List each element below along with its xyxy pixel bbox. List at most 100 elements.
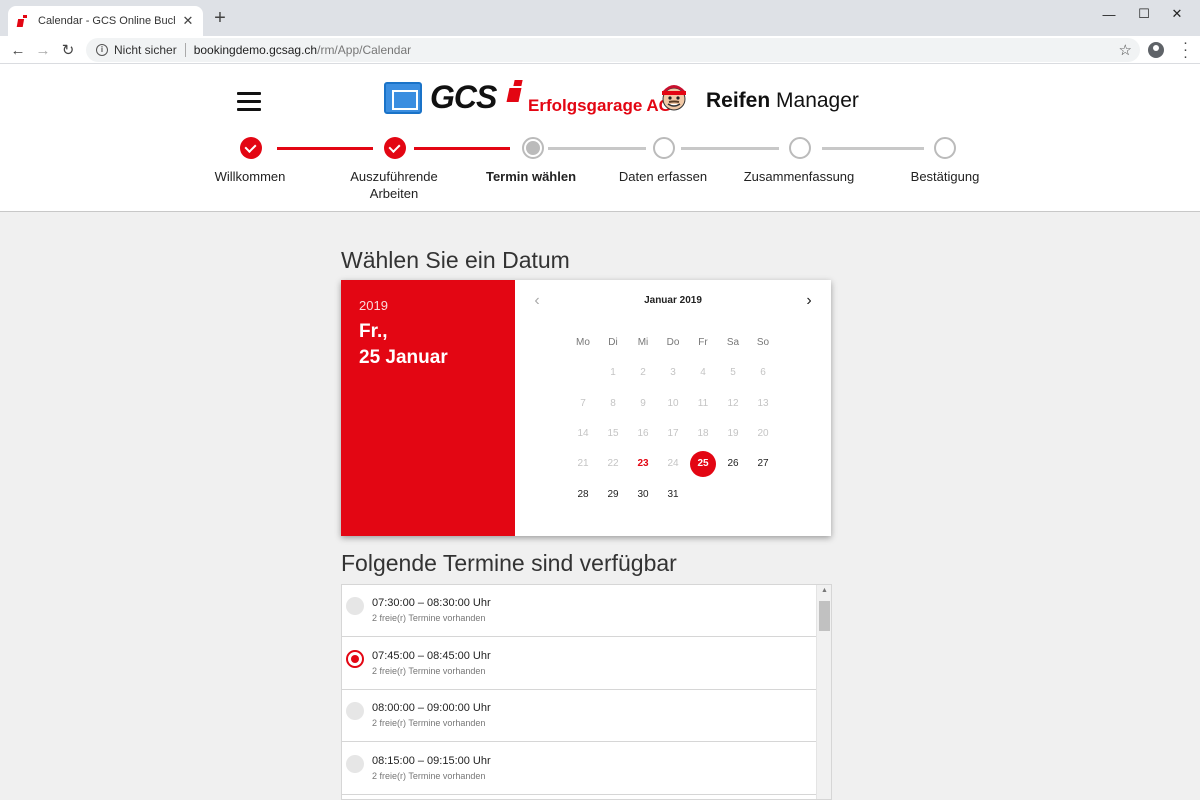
day-cell[interactable]: 31 [658, 482, 688, 508]
day-number: 30 [637, 488, 649, 500]
step-label-arbeiten: Auszuführende Arbeiten [329, 168, 459, 202]
weekday-header-row: Mo Di Mi Do Fr Sa So [568, 328, 778, 358]
new-tab-button[interactable]: + [210, 8, 230, 28]
day-cell-disabled: 22 [598, 451, 628, 477]
day-cell-today: 23 [628, 451, 658, 477]
day-number: 10 [667, 397, 679, 409]
day-number: 7 [580, 397, 586, 409]
logo-emblem-icon [384, 82, 422, 114]
day-number: 31 [667, 488, 679, 500]
day-number: 14 [577, 428, 589, 440]
step-label-termin: Termin wählen [485, 169, 577, 184]
day-number: 17 [667, 428, 679, 440]
day-cell-disabled: 18 [688, 421, 718, 447]
day-cell-disabled: 3 [658, 360, 688, 386]
step-label-zusammenfassung: Zusammenfassung [743, 169, 855, 184]
day-cell-disabled: 7 [568, 391, 598, 417]
step-connector [548, 147, 646, 150]
time-slot-item[interactable]: 08:15:00 – 09:15:00 Uhr 2 freie(r) Termin… [342, 743, 817, 795]
radio-unchecked-icon[interactable] [346, 702, 364, 720]
day-number: 22 [607, 458, 619, 470]
tab-title: Calendar - GCS Online Buchungs [38, 15, 175, 27]
radio-checked-icon[interactable] [346, 649, 364, 668]
radio-unchecked-icon[interactable] [346, 754, 364, 773]
day-cell[interactable]: 26 [718, 451, 748, 477]
info-icon[interactable]: i [96, 44, 108, 56]
bookmark-star-icon[interactable]: ☆ [1119, 41, 1132, 59]
day-number: 16 [637, 428, 649, 440]
reload-button[interactable]: ↻ [58, 40, 78, 60]
empty-day-cell [718, 482, 748, 508]
slot-availability: 2 freie(r) Termine vorhanden [372, 718, 486, 728]
security-label: Nicht sicher [114, 43, 177, 57]
back-button[interactable]: ← [8, 40, 28, 60]
step-connector [277, 147, 373, 150]
selected-day-month: 25 Januar [359, 347, 448, 368]
day-number: 1 [610, 367, 616, 379]
day-number: 28 [577, 488, 589, 500]
weekday-label: Di [608, 337, 618, 349]
date-section-title: Wählen Sie ein Datum [341, 247, 570, 273]
week-row: 21 22 23 24 25 26 27 [568, 449, 778, 479]
scroll-thumb[interactable] [819, 601, 830, 631]
menu-dots-icon[interactable]: · · · [1183, 35, 1188, 64]
weekday-label: Fr [698, 337, 708, 349]
day-number: 23 [637, 458, 649, 470]
day-cell-disabled: 6 [748, 360, 778, 386]
time-slot-item[interactable]: 08:00:00 – 09:00:00 Uhr 2 freie(r) Termin… [342, 690, 817, 742]
day-cell-disabled: 16 [628, 421, 658, 447]
day-cell[interactable]: 28 [568, 482, 598, 508]
next-month-chevron-icon[interactable]: › [799, 292, 819, 310]
step-label-bestaetigung: Bestätigung [910, 169, 980, 184]
scroll-up-arrow-icon[interactable]: ▲ [817, 587, 831, 597]
step-6-indicator [934, 137, 956, 159]
close-window-button[interactable]: ✕ [1154, 0, 1200, 28]
close-tab-icon[interactable]: ✕ [181, 13, 195, 29]
empty-day-cell [748, 482, 778, 508]
time-slot-item[interactable]: 07:30:00 – 08:30:00 Uhr 2 freie(r) Termin… [342, 585, 817, 637]
day-number: 8 [610, 397, 616, 409]
empty-day-cell [688, 482, 718, 508]
selected-date-display: Fr., 25 Januar [359, 319, 497, 371]
app-title-bold: Reifen [706, 89, 771, 112]
date-picker: 2019 Fr., 25 Januar ‹ Januar 2019 › Mo Di… [341, 280, 831, 536]
day-cell-disabled: 24 [658, 451, 688, 477]
day-cell[interactable]: 30 [628, 482, 658, 508]
day-number: 13 [757, 397, 769, 409]
slot-time: 08:00:00 – 09:00:00 Uhr [372, 702, 491, 714]
step-connector [681, 147, 779, 150]
radio-unchecked-icon[interactable] [346, 597, 364, 615]
account-icon[interactable] [1148, 42, 1164, 58]
day-number: 12 [727, 397, 739, 409]
calendar-grid: Mo Di Mi Do Fr Sa So 1 2 3 4 5 6 7 8 9 10 11 12 13 14 15 16 17 1… [568, 328, 778, 510]
day-number: 15 [607, 428, 619, 440]
slot-list-scrollbar[interactable]: ▲ [816, 585, 831, 799]
month-label: Januar 2019 [644, 295, 702, 306]
url-host: bookingdemo.gcsag.ch [193, 43, 318, 57]
forward-button[interactable]: → [33, 40, 53, 60]
day-cell[interactable]: 27 [748, 451, 778, 477]
browser-tab[interactable]: Calendar - GCS Online Buchungs ✕ [8, 6, 203, 36]
selected-year[interactable]: 2019 [359, 298, 497, 313]
favicon-icon [16, 14, 30, 28]
step-connector [822, 147, 924, 150]
day-cell[interactable]: 29 [598, 482, 628, 508]
time-slot-item[interactable]: 07:45:00 – 08:45:00 Uhr 2 freie(r) Termin… [342, 638, 817, 690]
url-path: /rm/App/Calendar [317, 43, 412, 57]
address-bar[interactable]: i Nicht sicher bookingdemo.gcsag.ch/rm/A… [86, 38, 1140, 62]
logo-text: GCS [430, 79, 497, 115]
day-number: 21 [577, 458, 589, 470]
day-cell-disabled: 2 [628, 360, 658, 386]
day-cell-disabled: 4 [688, 360, 718, 386]
day-number: 19 [727, 428, 739, 440]
day-cell-selected[interactable]: 25 [688, 451, 718, 478]
day-number: 5 [730, 367, 736, 379]
empty-day-cell [568, 360, 598, 386]
hamburger-menu-icon[interactable] [237, 92, 261, 112]
day-number: 25 [697, 458, 709, 470]
slot-availability: 2 freie(r) Termine vorhanden [372, 665, 486, 676]
day-number: 27 [757, 458, 769, 470]
step-connector [414, 147, 510, 150]
logo-mark-dot [513, 80, 523, 86]
progress-stepper: Willkommen Auszuführende Arbeiten Termin … [0, 136, 1200, 206]
